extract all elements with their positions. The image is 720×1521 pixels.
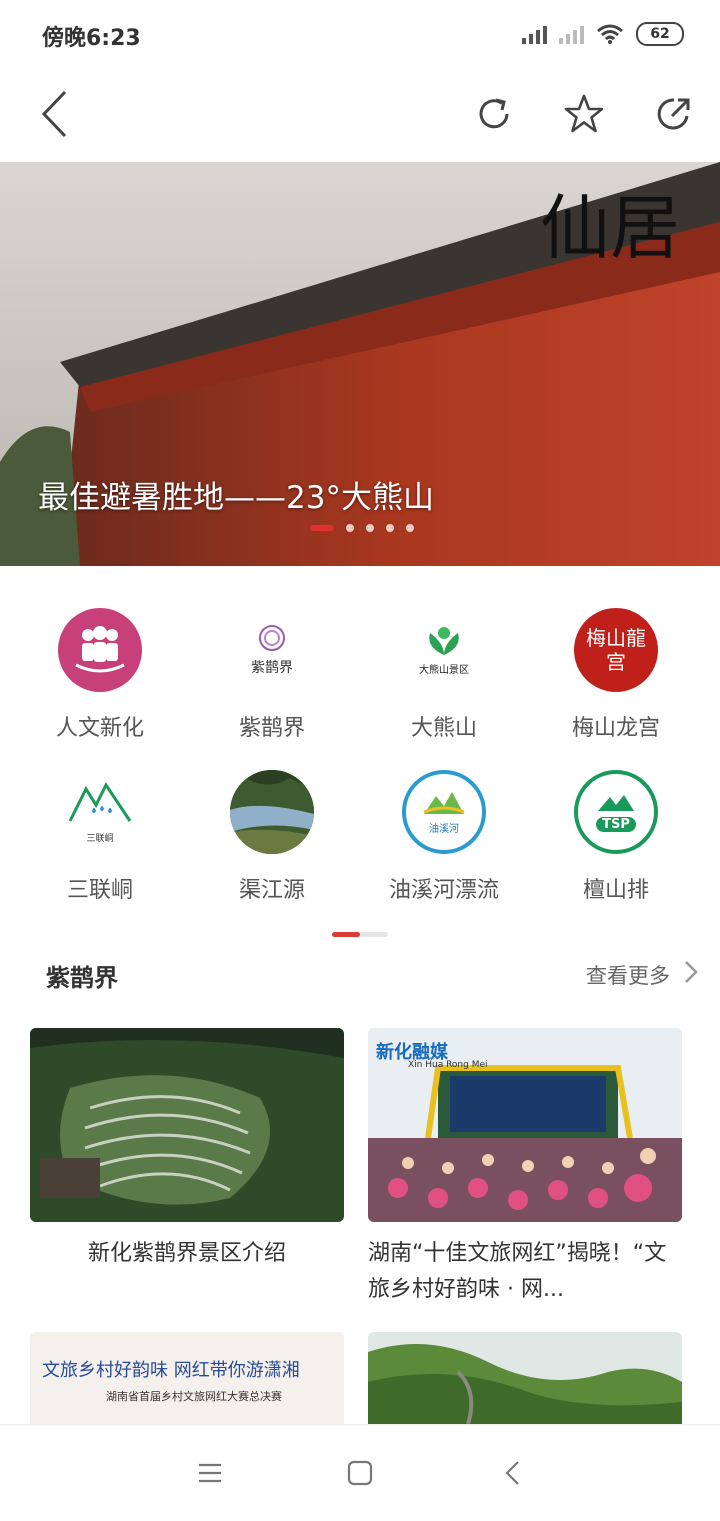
daxiongshan-logo-text: 大熊山景区 <box>419 664 469 676</box>
card-brand-subtitle: Xin Hua Rong Mei <box>408 1060 488 1070</box>
banner-dot[interactable] <box>386 524 394 532</box>
card-title: 新化紫鹊界景区介绍 <box>87 1241 286 1266</box>
category-qujiangyuan[interactable]: 渠江源 <box>182 758 362 908</box>
banner-calligraphy-title: 仙居 <box>540 187 680 269</box>
card-title: 湖南“十佳文旅网红”揭晓！“文旅乡村好韵味 · 网... <box>368 1241 667 1302</box>
category-tanshanpai[interactable]: TSP 檀山排 <box>526 758 706 908</box>
top-toolbar <box>0 70 720 162</box>
youxihe-logo-icon: 油溪河 <box>402 770 486 854</box>
status-icons: 62 <box>522 22 684 46</box>
article-card[interactable]: 新化紫鹊界景区介绍 <box>30 1028 344 1272</box>
section-title: 紫鹊界 <box>46 964 118 992</box>
category-page-indicator-active <box>332 932 360 937</box>
home-square-icon <box>347 1460 373 1486</box>
article-card[interactable]: 文旅乡村好韵味 网红带你游潇湘 湖南省首届乡村文旅网红大赛总决赛 <box>30 1332 344 1424</box>
card-thumbnail <box>368 1332 682 1424</box>
chevron-right-icon[interactable] <box>684 960 698 984</box>
cellular-signal-icon <box>522 24 547 44</box>
ziquejie-logo-icon: 紫鹊界 <box>230 608 314 692</box>
banner-pagination <box>310 524 414 532</box>
category-label: 油溪河漂流 <box>388 878 499 903</box>
back-chevron-icon <box>505 1461 519 1485</box>
card-banner-subtext: 湖南省首届乡村文旅网红大赛总决赛 <box>106 1390 282 1403</box>
card-thumbnail: 新化融媒 Xin Hua Rong Mei <box>368 1028 682 1222</box>
card-banner-text: 文旅乡村好韵味 网红带你游潇湘 <box>42 1360 300 1381</box>
category-meishan-longgong[interactable]: 梅山龍宫 梅山龙宫 <box>526 596 706 746</box>
refresh-button[interactable] <box>464 84 524 144</box>
favorite-button[interactable] <box>554 84 614 144</box>
system-back-button[interactable] <box>490 1451 534 1495</box>
category-youxihe-piaoliu[interactable]: 油溪河 油溪河漂流 <box>354 758 534 908</box>
system-navigation-bar <box>0 1424 720 1521</box>
sanliandong-logo-icon: 三联峒 <box>58 770 142 854</box>
back-button[interactable] <box>24 84 84 144</box>
hero-banner[interactable]: 仙居 最佳避暑胜地——23°大熊山 <box>0 162 720 566</box>
category-label: 大熊山 <box>410 716 477 741</box>
category-label: 渠江源 <box>238 878 305 903</box>
home-button[interactable] <box>338 1451 382 1495</box>
youxihe-logo-text: 油溪河 <box>429 823 459 835</box>
tsp-logo-text: TSP <box>596 816 636 832</box>
category-label: 三联峒 <box>66 878 133 903</box>
meishan-logo-text: 梅山龍宫 <box>586 626 646 674</box>
menu-icon <box>199 1463 221 1483</box>
share-icon <box>657 98 690 130</box>
tsp-logo-icon: TSP <box>574 770 658 854</box>
battery-indicator: 62 <box>636 22 684 46</box>
category-renwen-xinhua[interactable]: 人文新化 <box>10 596 190 746</box>
status-time: 傍晚6:23 <box>42 26 141 51</box>
people-group-icon <box>58 608 142 692</box>
article-card[interactable]: 新化融媒 Xin Hua Rong Mei 湖南“十佳文旅网红”揭晓！“文旅乡村… <box>368 1028 682 1308</box>
qujiangyuan-photo-icon <box>230 770 314 854</box>
see-more-link[interactable]: 查看更多 <box>586 960 670 990</box>
category-label: 人文新化 <box>55 716 144 741</box>
daxiongshan-logo-icon: 大熊山景区 <box>402 608 486 692</box>
article-card[interactable] <box>368 1332 682 1424</box>
banner-dot[interactable] <box>346 524 354 532</box>
category-ziquejie[interactable]: 紫鹊界 紫鹊界 <box>182 596 362 746</box>
meishan-longgong-logo-icon: 梅山龍宫 <box>574 608 658 692</box>
menu-button[interactable] <box>188 1451 232 1495</box>
ziquejie-logo-text: 紫鹊界 <box>251 660 293 676</box>
back-arrow-icon <box>41 90 67 138</box>
refresh-icon <box>479 98 509 129</box>
cellular-signal-2-icon <box>559 24 584 44</box>
category-label: 梅山龙宫 <box>571 716 660 741</box>
wifi-icon <box>597 24 623 44</box>
category-label: 檀山排 <box>582 878 649 903</box>
banner-dot[interactable] <box>406 524 414 532</box>
category-daxiongshan[interactable]: 大熊山景区 大熊山 <box>354 596 534 746</box>
card-thumbnail: 文旅乡村好韵味 网红带你游潇湘 湖南省首届乡村文旅网红大赛总决赛 <box>30 1332 344 1424</box>
card-thumbnail <box>30 1028 344 1222</box>
share-button[interactable] <box>644 84 704 144</box>
category-label: 紫鹊界 <box>238 716 305 741</box>
status-bar: 傍晚6:23 62 <box>0 0 720 70</box>
banner-dot[interactable] <box>366 524 374 532</box>
banner-caption: 最佳避暑胜地——23°大熊山 <box>38 480 434 516</box>
category-page-indicator <box>332 932 388 937</box>
category-sanliandong[interactable]: 三联峒 三联峒 <box>10 758 190 908</box>
banner-dot-active[interactable] <box>310 525 334 531</box>
star-icon <box>564 94 604 133</box>
sanliandong-logo-text: 三联峒 <box>86 833 114 844</box>
